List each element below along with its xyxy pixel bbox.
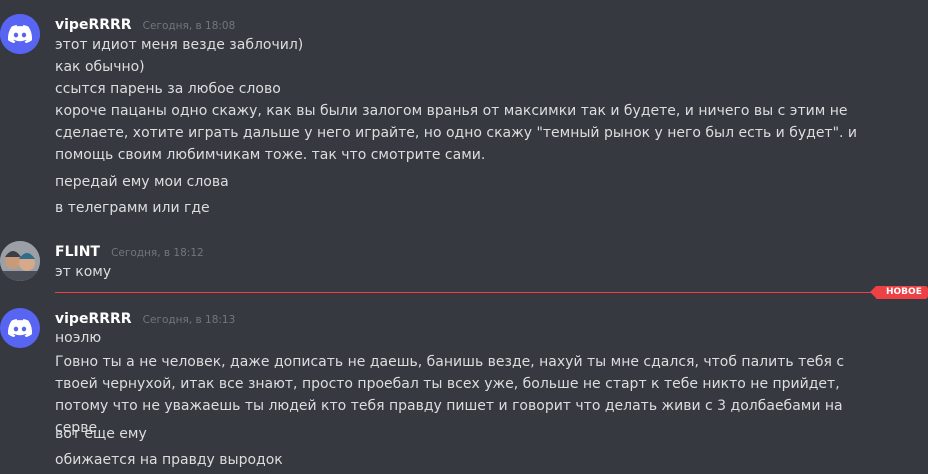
user-avatar-flint[interactable]: [0, 241, 40, 281]
timestamp: Сегодня, в 18:12: [111, 247, 204, 259]
username[interactable]: FLINT: [55, 244, 100, 260]
username[interactable]: vipeRRRR: [55, 311, 132, 327]
new-messages-divider: [55, 292, 877, 293]
timestamp: Сегодня, в 18:08: [142, 20, 236, 32]
message-text: ноэлю: [55, 330, 102, 346]
user-photo-avatar: [0, 241, 40, 281]
message-text: как обычно): [55, 59, 145, 75]
message-header: vipeRRRR Сегодня, в 18:13: [55, 308, 235, 327]
timestamp: Сегодня, в 18:13: [142, 314, 236, 326]
message-text: ссытся парень за любое слово: [55, 81, 281, 97]
message-text: вот еще ему: [55, 426, 147, 442]
user-avatar-vipeRRRR[interactable]: [0, 14, 40, 54]
message-text: в телеграмм или где: [55, 200, 210, 216]
message-text: короче пацаны одно скажу, как вы были за…: [55, 103, 858, 163]
message-text: этот идиот меня везде заблочил): [55, 37, 304, 53]
message-text: передай ему мои слова: [55, 174, 229, 190]
new-messages-badge: НОВОЕ: [870, 286, 928, 299]
username[interactable]: vipeRRRR: [55, 17, 132, 33]
message-text: обижается на правду выродок: [55, 452, 283, 468]
discord-logo-icon: [8, 25, 32, 43]
user-avatar-vipeRRRR[interactable]: [0, 308, 40, 348]
message-text: эт кому: [55, 264, 112, 280]
message-header: FLINT Сегодня, в 18:12: [55, 241, 204, 260]
message-header: vipeRRRR Сегодня, в 18:08: [55, 14, 235, 33]
discord-logo-icon: [8, 319, 32, 337]
